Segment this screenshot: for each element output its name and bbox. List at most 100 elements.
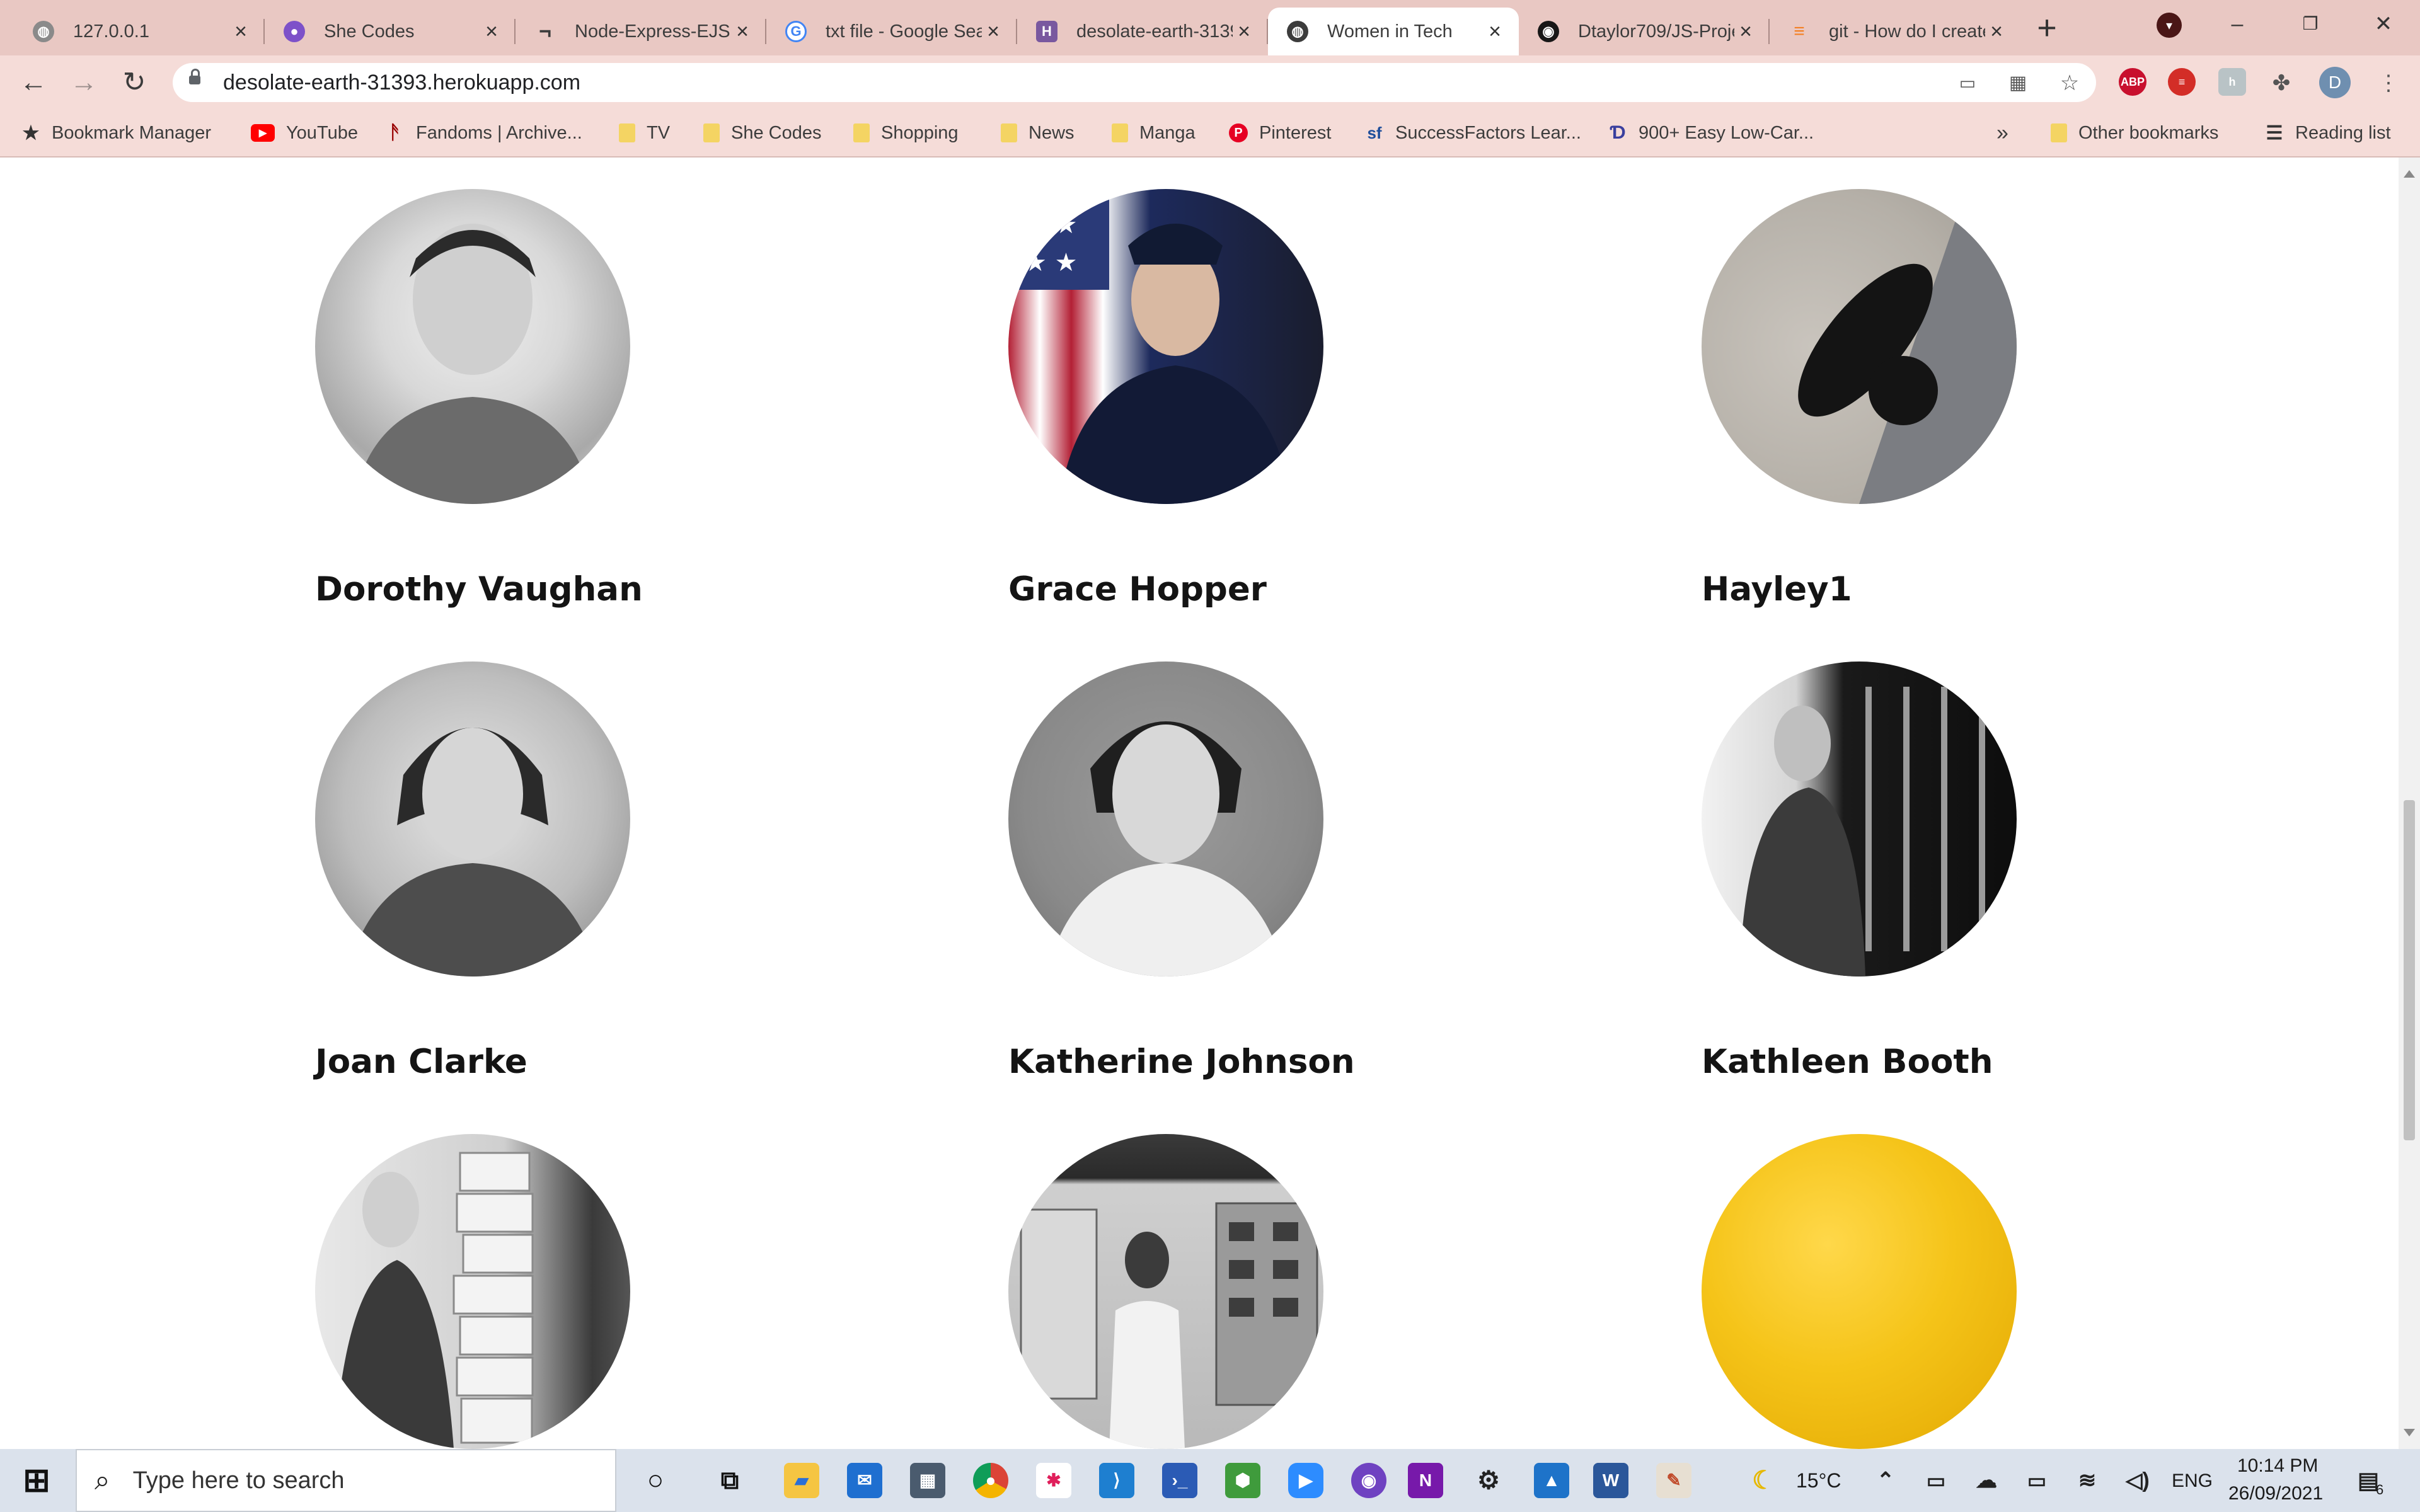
taskbar-search-box[interactable]: ⌕ Type here to search — [76, 1449, 616, 1512]
calculator-icon[interactable]: ▦ — [910, 1463, 945, 1498]
onedrive-icon[interactable]: ☁ — [1969, 1463, 2004, 1498]
lastpass-icon[interactable]: ≡ — [2168, 68, 2196, 96]
slack-icon[interactable]: ✱ — [1036, 1463, 1071, 1498]
person-name: Dorothy Vaughan — [315, 570, 643, 609]
menu-icon[interactable]: ⋮ — [2376, 71, 2401, 96]
profile-avatar[interactable]: D — [2319, 67, 2351, 98]
settings-gear-icon[interactable]: ⚙ — [1471, 1463, 1506, 1498]
folder-icon — [619, 123, 635, 142]
folder-icon — [703, 123, 720, 142]
extension-h-icon[interactable]: h — [2218, 68, 2246, 96]
clock-date[interactable]: 26/09/2021 — [2228, 1483, 2323, 1504]
address-bar[interactable]: desolate-earth-31393.herokuapp.com — [173, 63, 2096, 102]
tab-github[interactable]: ◉ Dtaylor709/JS-Project × — [1519, 8, 1770, 55]
extensions-puzzle-icon[interactable]: ✤ — [2269, 71, 2294, 96]
tab-heroku[interactable]: H desolate-earth-31393 × — [1017, 8, 1268, 55]
cortana-icon[interactable]: ○ — [638, 1463, 673, 1498]
tab-women-in-tech[interactable]: ◍ Women in Tech × — [1268, 8, 1519, 55]
bookmark-label: Reading list — [2295, 122, 2391, 143]
bookmark-bookmark-manager[interactable]: ★ Bookmark Manager — [21, 110, 212, 156]
volume-icon[interactable]: ◁) — [2120, 1463, 2155, 1498]
tab-shecodes[interactable]: ● She Codes × — [265, 8, 516, 55]
reading-list[interactable]: ☰ Reading list — [2265, 110, 2391, 156]
pinterest-icon: P — [1229, 123, 1248, 142]
scrollbar-thumb[interactable] — [2404, 800, 2415, 1140]
zoom-icon[interactable]: ▶ — [1288, 1463, 1323, 1498]
nodejs-icon[interactable]: ⬢ — [1225, 1463, 1260, 1498]
input-language[interactable]: ENG — [2172, 1470, 2213, 1492]
other-bookmarks[interactable]: Other bookmarks — [2051, 110, 2218, 156]
person-name: Joan Clarke — [315, 1043, 527, 1081]
page-scrollbar[interactable] — [2399, 158, 2420, 1449]
svg-text:★ ★: ★ ★ — [1024, 248, 1077, 277]
tab-title: Women in Tech — [1327, 21, 1453, 42]
tab-google-search[interactable]: G txt file - Google Search × — [766, 8, 1017, 55]
vscode-icon[interactable]: ⟩ — [1099, 1463, 1134, 1498]
bookmark-pinterest[interactable]: P Pinterest — [1229, 110, 1331, 156]
close-icon[interactable]: × — [480, 20, 503, 44]
close-icon[interactable]: × — [1734, 20, 1757, 44]
new-tab-button[interactable]: + — [2028, 9, 2066, 47]
portrait-silhouette-icon — [1046, 721, 1286, 976]
file-explorer-icon[interactable]: ▰ — [784, 1463, 819, 1498]
bookmarks-overflow-button[interactable]: » — [1997, 110, 2008, 156]
bookmark-manga[interactable]: Manga — [1112, 110, 1196, 156]
bookmark-she-codes[interactable]: She Codes — [703, 110, 822, 156]
clock-time[interactable]: 10:14 PM — [2237, 1455, 2318, 1477]
reload-icon[interactable]: ↻ — [116, 64, 153, 101]
tray-expand-icon[interactable]: ⌃ — [1868, 1463, 1903, 1498]
mail-icon[interactable]: ✉ — [847, 1463, 882, 1498]
close-icon[interactable]: × — [731, 20, 754, 44]
person-photo: ★ ★ ★ ★ — [1008, 189, 1323, 504]
close-icon[interactable]: × — [229, 20, 252, 44]
cast-icon[interactable]: ▭ — [1955, 71, 1980, 96]
person-name: Hayley1 — [1702, 570, 1852, 609]
lock-icon[interactable] — [189, 69, 200, 84]
person-photo — [1008, 1134, 1323, 1449]
chrome-icon[interactable]: ● — [973, 1463, 1008, 1498]
bookmark-successfactors[interactable]: sf SuccessFactors Lear... — [1365, 110, 1581, 156]
heroku-icon: H — [1036, 21, 1057, 42]
wifi-icon[interactable]: ≋ — [2070, 1463, 2105, 1498]
minimize-button[interactable]: – — [2212, 5, 2262, 43]
folder-icon — [1112, 123, 1128, 142]
bookmark-news[interactable]: News — [1001, 110, 1075, 156]
weather-temperature[interactable]: 15°C — [1796, 1469, 1841, 1492]
windows-start-icon[interactable]: ⊞ — [19, 1463, 54, 1498]
word-icon[interactable]: W — [1593, 1463, 1628, 1498]
onenote-icon[interactable]: N — [1408, 1463, 1443, 1498]
close-icon[interactable]: × — [1233, 20, 1255, 44]
tab-title: Node-Express-EJS — [575, 21, 730, 42]
github-desktop-icon[interactable]: ◉ — [1351, 1463, 1386, 1498]
bookmark-fandoms[interactable]: ᚫ Fandoms | Archive... — [386, 110, 582, 156]
tab-localhost[interactable]: ◍ 127.0.0.1 × — [14, 8, 265, 55]
powershell-icon[interactable]: ›_ — [1162, 1463, 1197, 1498]
bookmark-youtube[interactable]: ▶ YouTube — [251, 110, 358, 156]
close-icon[interactable]: × — [982, 20, 1005, 44]
task-view-icon[interactable]: ⧉ — [712, 1463, 747, 1498]
bookmark-low-carb[interactable]: Ɗ 900+ Easy Low-Car... — [1608, 110, 1814, 156]
person-name: Grace Hopper — [1008, 570, 1267, 609]
close-icon[interactable]: × — [1484, 20, 1506, 44]
restore-button[interactable]: ❐ — [2285, 5, 2336, 43]
weather-moon-icon: ☾ — [1752, 1467, 1775, 1494]
qr-code-icon[interactable]: ▦ — [2005, 71, 2031, 96]
scroll-up-arrow-icon[interactable] — [2404, 170, 2415, 178]
paint-icon[interactable]: ✎ — [1656, 1463, 1691, 1498]
svg-text:★ ★: ★ ★ — [1024, 210, 1077, 239]
close-window-button[interactable]: ✕ — [2358, 5, 2409, 43]
meet-now-icon[interactable]: ▭ — [1918, 1463, 1954, 1498]
bookmark-tv[interactable]: TV — [619, 110, 670, 156]
tab-node-express[interactable]: ¬ Node-Express-EJS × — [516, 8, 766, 55]
forward-arrow-icon[interactable]: → — [66, 64, 102, 101]
tab-stackoverflow[interactable]: ≡ git - How do I create × — [1770, 8, 2020, 55]
close-icon[interactable]: × — [1985, 20, 2008, 44]
battery-icon[interactable]: ▭ — [2019, 1463, 2054, 1498]
bookmark-star-icon[interactable]: ☆ — [2057, 71, 2082, 96]
scroll-down-arrow-icon[interactable] — [2404, 1429, 2415, 1436]
adblock-plus-icon[interactable]: ABP — [2119, 68, 2146, 96]
back-arrow-icon[interactable]: ← — [15, 64, 52, 101]
tab-search-icon[interactable]: ▾ — [2157, 13, 2182, 38]
bookmark-shopping[interactable]: Shopping — [853, 110, 959, 156]
photos-icon[interactable]: ▲ — [1534, 1463, 1569, 1498]
